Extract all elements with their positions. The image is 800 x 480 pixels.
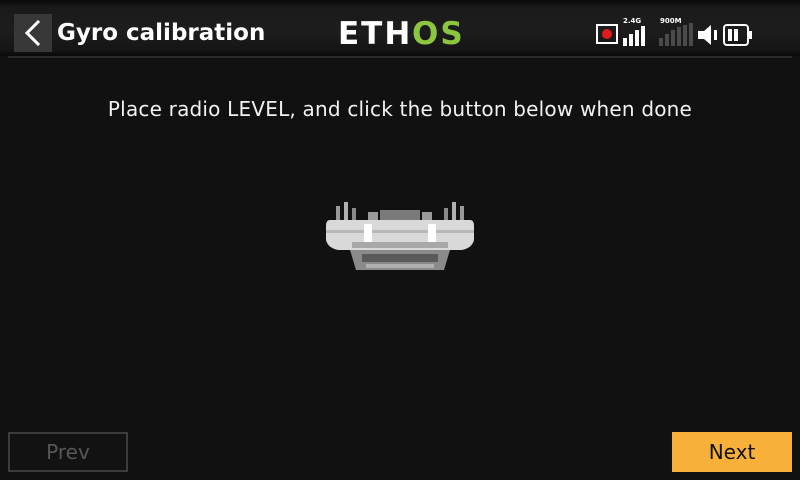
top-bar: Gyro calibration ETH OS 2.4G 900M [0,0,800,56]
next-button[interactable]: Next [672,432,792,472]
logo-eth-text: ETH [338,16,412,50]
record-icon [596,24,618,44]
radio-transmitter-image [326,202,474,270]
page-title: Gyro calibration [57,20,266,46]
instruction-text: Place radio LEVEL, and click the button … [107,97,693,121]
speaker-icon[interactable] [697,24,719,46]
prev-button[interactable]: Prev [8,432,128,472]
top-bar-divider [8,56,792,58]
ethos-logo: ETH OS [338,16,462,50]
status-bar: 2.4G 900M [596,16,786,48]
signal-900m-icon [659,23,693,46]
battery-icon [723,24,752,46]
chevron-left-icon [24,19,41,47]
logo-os-text: OS [412,16,462,50]
back-button[interactable] [14,14,52,52]
signal-24g-icon [623,26,645,46]
